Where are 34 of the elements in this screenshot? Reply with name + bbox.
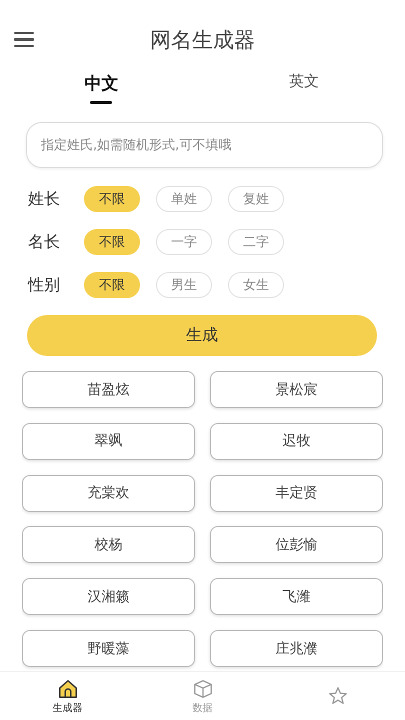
option-chip[interactable]: 不限 [84,229,140,255]
name-card[interactable]: 景松宸 [210,371,383,408]
name-card[interactable]: 汉湘籁 [22,578,195,616]
language-tab[interactable]: 英文 [288,68,319,108]
app-title: 网名生成器 [150,27,255,54]
name-card[interactable]: 校杨 [22,526,195,564]
menu-icon[interactable] [14,32,34,47]
box-icon [192,678,214,700]
name-card[interactable]: 丰定贤 [210,474,383,512]
surname-field[interactable]: 指定姓氏,如需随机形式,可不填哦 [26,122,383,168]
option-chip[interactable]: 单姓 [156,186,212,212]
name-card[interactable]: 充棠欢 [22,474,195,512]
name-card[interactable]: 飞潍 [210,578,383,616]
option-chip[interactable]: 女生 [228,272,284,298]
option-label: 名长 [28,232,61,252]
star-icon [326,685,348,707]
name-card[interactable]: 野暖藻 [22,630,195,668]
nav-item[interactable]: 生成器 [0,672,135,720]
option-chip[interactable]: 男生 [156,272,212,298]
language-tab[interactable]: 中文 [84,68,118,108]
name-card[interactable]: 苗盈炫 [22,371,195,408]
option-chip[interactable]: 二字 [228,229,284,255]
option-label: 姓长 [28,188,61,210]
option-label: 性别 [28,274,61,296]
name-card[interactable]: 迟牧 [210,422,383,460]
option-chip[interactable]: 复姓 [228,186,284,212]
option-chip[interactable]: 一字 [156,229,212,255]
name-card[interactable]: 翠飒 [22,422,195,460]
name-card[interactable]: 庄兆濮 [210,630,383,668]
home-icon [56,678,78,700]
name-card[interactable]: 位彭愉 [210,526,383,564]
generate-button[interactable]: 生成 [27,315,377,356]
option-chip[interactable]: 不限 [84,272,140,298]
option-chip[interactable]: 不限 [84,186,140,212]
